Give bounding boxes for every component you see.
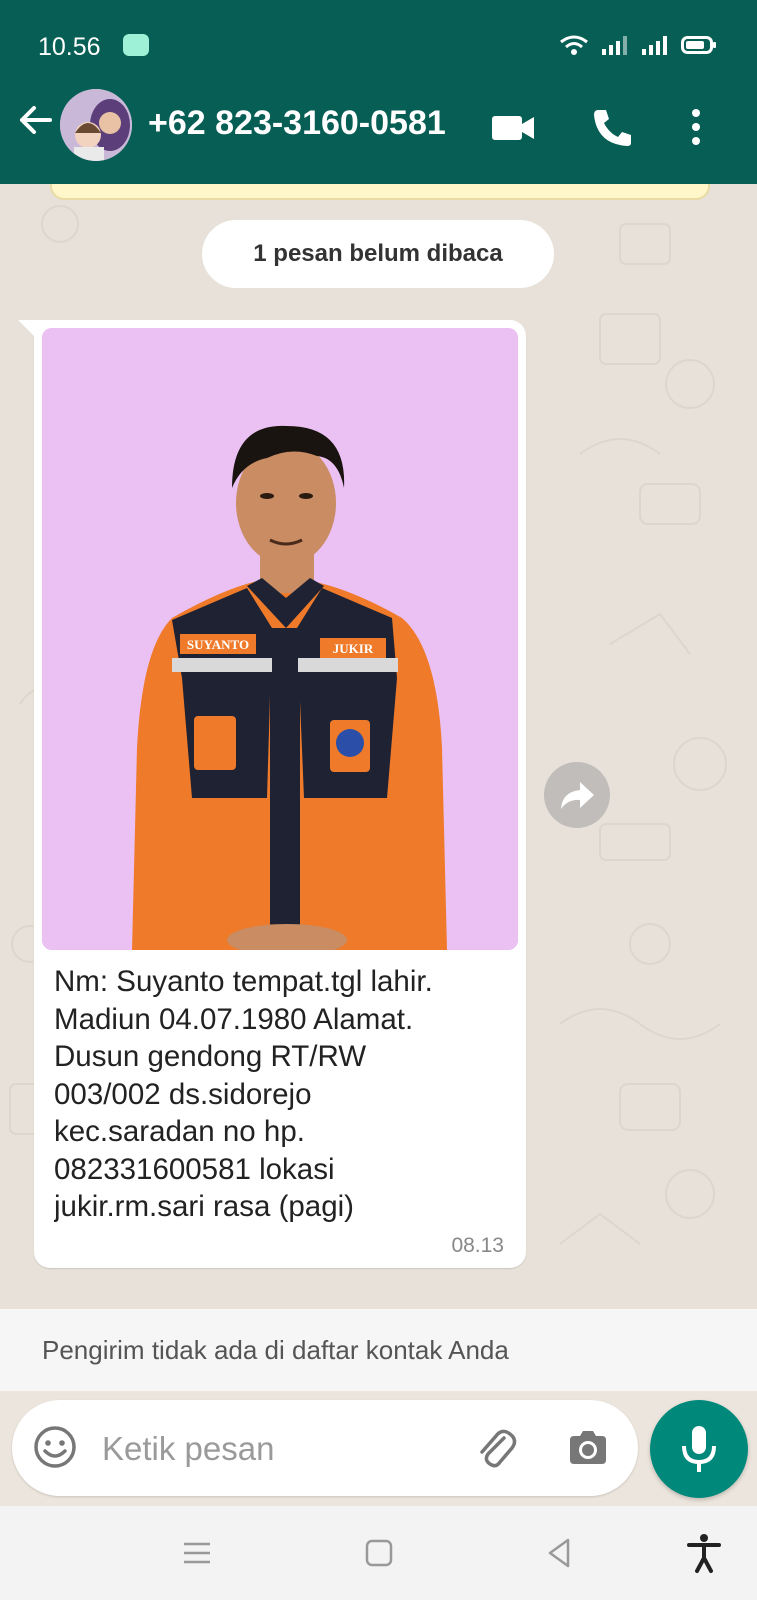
home-icon[interactable]	[358, 1532, 400, 1574]
signal-icon-2	[642, 36, 667, 55]
status-bar: 10.56	[0, 0, 757, 66]
camera-icon[interactable]	[564, 1424, 612, 1472]
menu-icon[interactable]	[176, 1532, 218, 1574]
signal-icon	[602, 36, 627, 55]
unknown-sender-text: Pengirim tidak ada di daftar kontak Anda	[42, 1335, 509, 1365]
chat-area[interactable]: 1 pesan belum dibaca SUYANTO JUKIR Nm: S…	[0, 184, 757, 1309]
forward-button[interactable]	[544, 762, 610, 828]
contact-name[interactable]: +62 823-3160-0581	[148, 104, 458, 143]
video-call-icon[interactable]	[490, 106, 538, 148]
more-options-icon[interactable]	[676, 106, 716, 148]
back-icon[interactable]	[538, 1532, 580, 1574]
avatar[interactable]	[60, 89, 132, 161]
unknown-sender-notice: Pengirim tidak ada di daftar kontak Anda	[0, 1309, 757, 1391]
message-text: Nm: Suyanto tempat.tgl lahir. Madiun 04.…	[54, 965, 433, 1223]
message-tail	[18, 320, 36, 338]
message-time: 08.13	[451, 1234, 504, 1257]
message-input[interactable]	[100, 1418, 444, 1480]
voice-call-icon[interactable]	[588, 106, 636, 148]
accessibility-icon[interactable]	[683, 1532, 725, 1574]
notification-app-icon	[123, 34, 149, 56]
emoji-icon[interactable]	[32, 1424, 78, 1470]
microphone-icon	[682, 1426, 716, 1472]
battery-icon	[681, 36, 716, 54]
message-bubble[interactable]: SUYANTO JUKIR Nm: Suyanto tempat.tgl lah…	[18, 320, 526, 1268]
status-time: 10.56	[38, 33, 101, 61]
system-navigation-bar	[0, 1506, 757, 1600]
attachment-icon[interactable]	[472, 1424, 520, 1472]
forward-arrow-icon	[561, 782, 594, 809]
wifi-icon	[560, 35, 588, 55]
message-composer	[12, 1400, 638, 1496]
previous-message-edge	[50, 184, 710, 200]
photo-role-patch: JUKIR	[333, 641, 374, 656]
voice-record-button[interactable]	[650, 1400, 748, 1498]
back-arrow-icon[interactable]	[14, 99, 56, 141]
chat-header: +62 823-3160-0581	[0, 66, 757, 184]
status-icons	[559, 34, 717, 56]
photo-name-patch: SUYANTO	[187, 637, 249, 652]
unread-messages-banner: 1 pesan belum dibaca	[202, 220, 554, 288]
message-photo[interactable]: SUYANTO JUKIR	[42, 328, 518, 950]
